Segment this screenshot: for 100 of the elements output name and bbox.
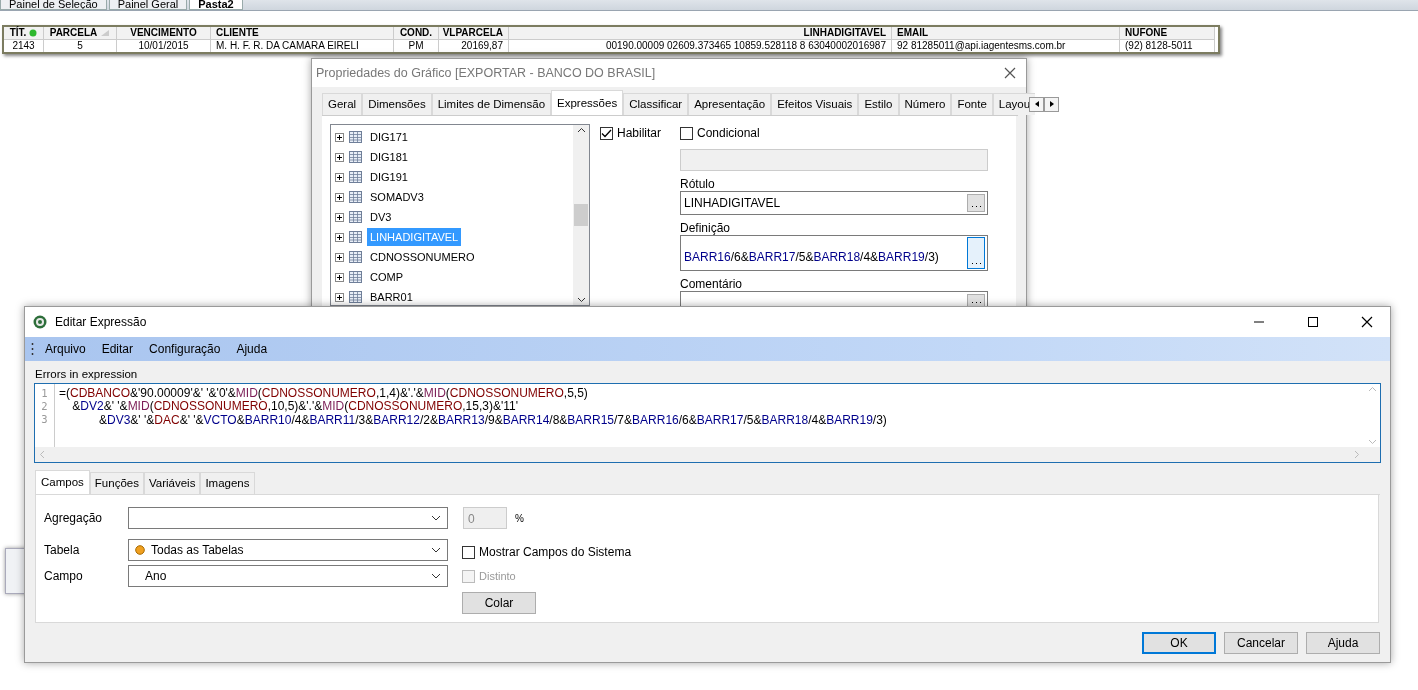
table-cell: 20169,87: [439, 40, 509, 52]
table-cell: 2143: [4, 40, 44, 52]
dialog-button[interactable]: Cancelar: [1224, 632, 1298, 655]
field-select[interactable]: Ano: [128, 565, 448, 588]
chevron-down-icon: [1367, 439, 1377, 445]
expand-icon: [335, 152, 344, 162]
checkbox-label: Distinto: [479, 569, 516, 585]
expression-item[interactable]: DIG191: [367, 168, 411, 187]
expression-text: BARR16/6&BARR17/5&BARR18/4&BARR19/3): [684, 249, 939, 267]
expression-item[interactable]: DV3: [367, 208, 395, 227]
column-header[interactable]: CLIENTE: [211, 27, 394, 40]
chevron-up-icon: [576, 127, 586, 134]
dialog-tab[interactable]: Número: [898, 93, 952, 116]
expression-item[interactable]: COMP: [367, 268, 406, 287]
expression-item[interactable]: DIG181: [367, 148, 411, 167]
menu-item[interactable]: Ajuda: [231, 340, 273, 358]
column-header[interactable]: VLPARCELA: [439, 27, 509, 40]
table-icon: [349, 211, 362, 224]
close-icon: [1361, 316, 1373, 328]
panel-tab[interactable]: Variáveis: [143, 472, 201, 495]
expression-item[interactable]: DIG171: [367, 128, 411, 147]
paste-button[interactable]: Colar: [462, 591, 536, 614]
table-select[interactable]: Todas as Tabelas: [128, 539, 448, 562]
column-header[interactable]: LINHADIGITAVEL: [509, 27, 892, 40]
panel-tab[interactable]: Campos: [35, 470, 90, 495]
aggregation-select[interactable]: [128, 507, 448, 530]
dialog-tab[interactable]: Geral: [322, 93, 363, 116]
ellipsis-button[interactable]: [967, 194, 985, 213]
field-value: LINHADIGITAVEL: [684, 195, 781, 213]
ellipsis-button[interactable]: [967, 237, 985, 270]
checkbox[interactable]: [462, 545, 475, 559]
dialog-tab[interactable]: Expressões: [551, 90, 624, 116]
menu-item[interactable]: Editar: [96, 340, 139, 358]
field-label: Campo: [44, 568, 84, 586]
checkbox-label: Mostrar Campos do Sistema: [479, 544, 632, 562]
dialog-tab[interactable]: Apresentação: [688, 93, 772, 116]
checkbox-label: Condicional: [697, 125, 760, 143]
field-label: Rótulo: [680, 177, 716, 192]
table-cell: M. H. F. R. DA CAMARA EIRELI: [211, 40, 394, 52]
dialog-tab[interactable]: Efeitos Visuais: [771, 93, 859, 116]
chevron-down-icon: [576, 297, 586, 304]
expression-item[interactable]: BARR01: [367, 288, 416, 307]
scroll-left-button[interactable]: [1029, 96, 1045, 112]
dialog-tab[interactable]: Fonte: [951, 93, 993, 116]
expand-icon: [335, 132, 344, 142]
sheet-tab[interactable]: Pasta2: [189, 0, 243, 10]
check-icon: [601, 128, 612, 138]
expand-icon: [335, 192, 344, 202]
scroll-right-button[interactable]: [1044, 96, 1060, 112]
expand-icon: [335, 272, 344, 282]
grip-icon: [31, 342, 34, 356]
field-label: Tabela: [44, 542, 81, 560]
percent-sign: %: [515, 511, 524, 526]
dropdown-caret-icon: [431, 515, 441, 522]
chevron-right-icon: [1354, 450, 1360, 459]
table-icon: [349, 291, 362, 304]
panel-tab[interactable]: Imagens: [200, 472, 255, 495]
scroll-thumb[interactable]: [574, 204, 588, 227]
expression-item[interactable]: CDNOSSONUMERO: [367, 248, 478, 267]
checkbox[interactable]: [600, 126, 613, 140]
table-cell: PM: [394, 40, 439, 52]
chevron-up-icon: [1367, 386, 1377, 392]
table-icon: [349, 131, 362, 144]
menu-item[interactable]: Configuração: [144, 340, 226, 358]
definition-field[interactable]: BARR16/6&BARR17/5&BARR18/4&BARR19/3): [680, 235, 988, 272]
label-field[interactable]: LINHADIGITAVEL: [680, 191, 988, 216]
menu-item[interactable]: Arquivo: [40, 340, 91, 358]
dialog-tab[interactable]: Classificar: [623, 93, 689, 116]
dialog-title: Propriedades do Gráfico [EXPORTAR - BANCO DO BRASIL]: [316, 64, 656, 82]
code-line: &DV3&' '&DAC&' '&VCTO&BARR10/4&BARR11/3&BARR12/2&BARR13/9&BARR14/8&BARR15/7&BARR16/6&BARR17/5&BARR18/4&BARR19/3): [98, 413, 888, 428]
line-number: 3: [40, 413, 49, 426]
table-icon: [349, 231, 362, 244]
field-label: Definição: [680, 221, 732, 236]
status-text: Errors in expression: [34, 367, 139, 382]
right-arrow-icon: [1047, 100, 1056, 109]
dialog-tab[interactable]: Limites de Dimensão: [431, 93, 552, 116]
dialog-button[interactable]: Ajuda: [1306, 632, 1380, 655]
code-line: &DV2&' '&MID(CDNOSSONUMERO,10,5)&'.'&MID(CDNOSSONUMERO,15,3)&'11': [71, 400, 519, 414]
dialog-tab[interactable]: Dimensões: [362, 93, 432, 116]
sheet-tab[interactable]: Painel Geral: [108, 0, 188, 10]
table-icon: [349, 271, 362, 284]
column-header[interactable]: VENCIMENTO: [117, 27, 211, 40]
expand-icon: [335, 232, 344, 242]
dialog-button[interactable]: OK: [1142, 632, 1216, 655]
table-icon: [349, 191, 362, 204]
expression-editor[interactable]: [34, 383, 1381, 463]
table-icon: [349, 151, 362, 164]
dialog-tab[interactable]: Estilo: [858, 93, 899, 116]
expression-item[interactable]: SOMADV3: [367, 188, 427, 207]
scrollbar[interactable]: [573, 125, 589, 306]
field-label: Comentário: [680, 277, 744, 292]
column-header[interactable]: NUFONE: [1120, 27, 1215, 40]
close-icon: [1004, 67, 1016, 79]
line-number: 2: [40, 400, 49, 413]
status-dot-icon: [135, 545, 145, 556]
panel-tab[interactable]: Funções: [89, 472, 144, 495]
column-header[interactable]: COND.: [394, 27, 439, 40]
condition-field[interactable]: [680, 149, 988, 172]
column-header[interactable]: EMAIL: [892, 27, 1120, 40]
checkbox[interactable]: [680, 126, 693, 140]
